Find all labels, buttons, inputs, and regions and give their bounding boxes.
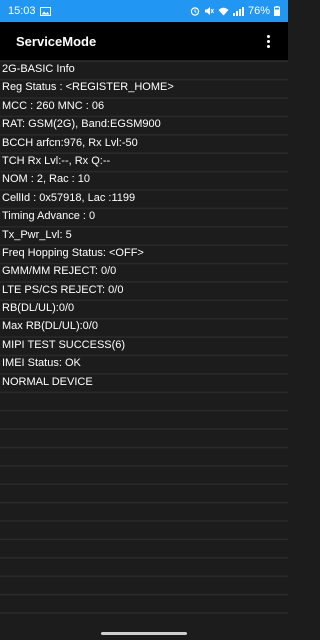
status-bar: 15:03 76%	[0, 0, 288, 22]
battery-percent: 76%	[247, 5, 270, 17]
list-item: NORMAL DEVICE	[2, 375, 93, 388]
list-item: Reg Status : <REGISTER_HOME>	[2, 81, 174, 94]
status-time: 15:03	[8, 5, 36, 17]
list-item: Max RB(DL/UL):0/0	[2, 320, 98, 333]
app-bar: ServiceMode	[0, 22, 288, 60]
list-item: 2G-BASIC Info	[2, 63, 75, 75]
list-item: MIPI TEST SUCCESS(6)	[2, 338, 126, 351]
list-item: NOM : 2, Rac : 10	[2, 173, 91, 186]
wifi-icon	[218, 7, 229, 16]
list-item: TCH Rx Lvl:--, Rx Q:--	[2, 154, 111, 167]
list-item: RAT: GSM(2G), Band:EGSM900	[2, 118, 161, 131]
list-item: BCCH arfcn:976, Rx Lvl:-50	[2, 136, 138, 149]
more-vert-icon[interactable]	[258, 29, 278, 53]
list-item: IMEI Status: OK	[2, 357, 81, 370]
signal-icon	[232, 6, 244, 16]
home-indicator[interactable]	[101, 632, 187, 635]
info-lines: 2G-BASIC Info Reg Status : <REGISTER_HOM…	[0, 60, 288, 391]
list-item: LTE PS/CS REJECT: 0/0	[2, 283, 124, 296]
list-item: Tx_Pwr_Lvl: 5	[2, 228, 72, 241]
app-title: ServiceMode	[16, 33, 97, 49]
mute-icon	[204, 6, 214, 16]
image-icon	[39, 6, 51, 16]
list-item: RB(DL/UL):0/0	[2, 302, 75, 315]
battery-icon	[274, 6, 280, 16]
service-info-list[interactable]: 2G-BASIC Info Reg Status : <REGISTER_HOM…	[0, 60, 288, 630]
list-item: MCC : 260 MNC : 06	[2, 99, 105, 112]
alarm-icon	[190, 6, 200, 16]
list-item: Freq Hopping Status: <OFF>	[2, 246, 144, 259]
status-right: 76%	[190, 5, 280, 17]
list-item: Timing Advance : 0	[2, 210, 96, 223]
list-item: GMM/MM REJECT: 0/0	[2, 265, 117, 278]
list-item: CellId : 0x57918, Lac :1199	[2, 191, 136, 204]
status-left: 15:03	[8, 5, 51, 17]
